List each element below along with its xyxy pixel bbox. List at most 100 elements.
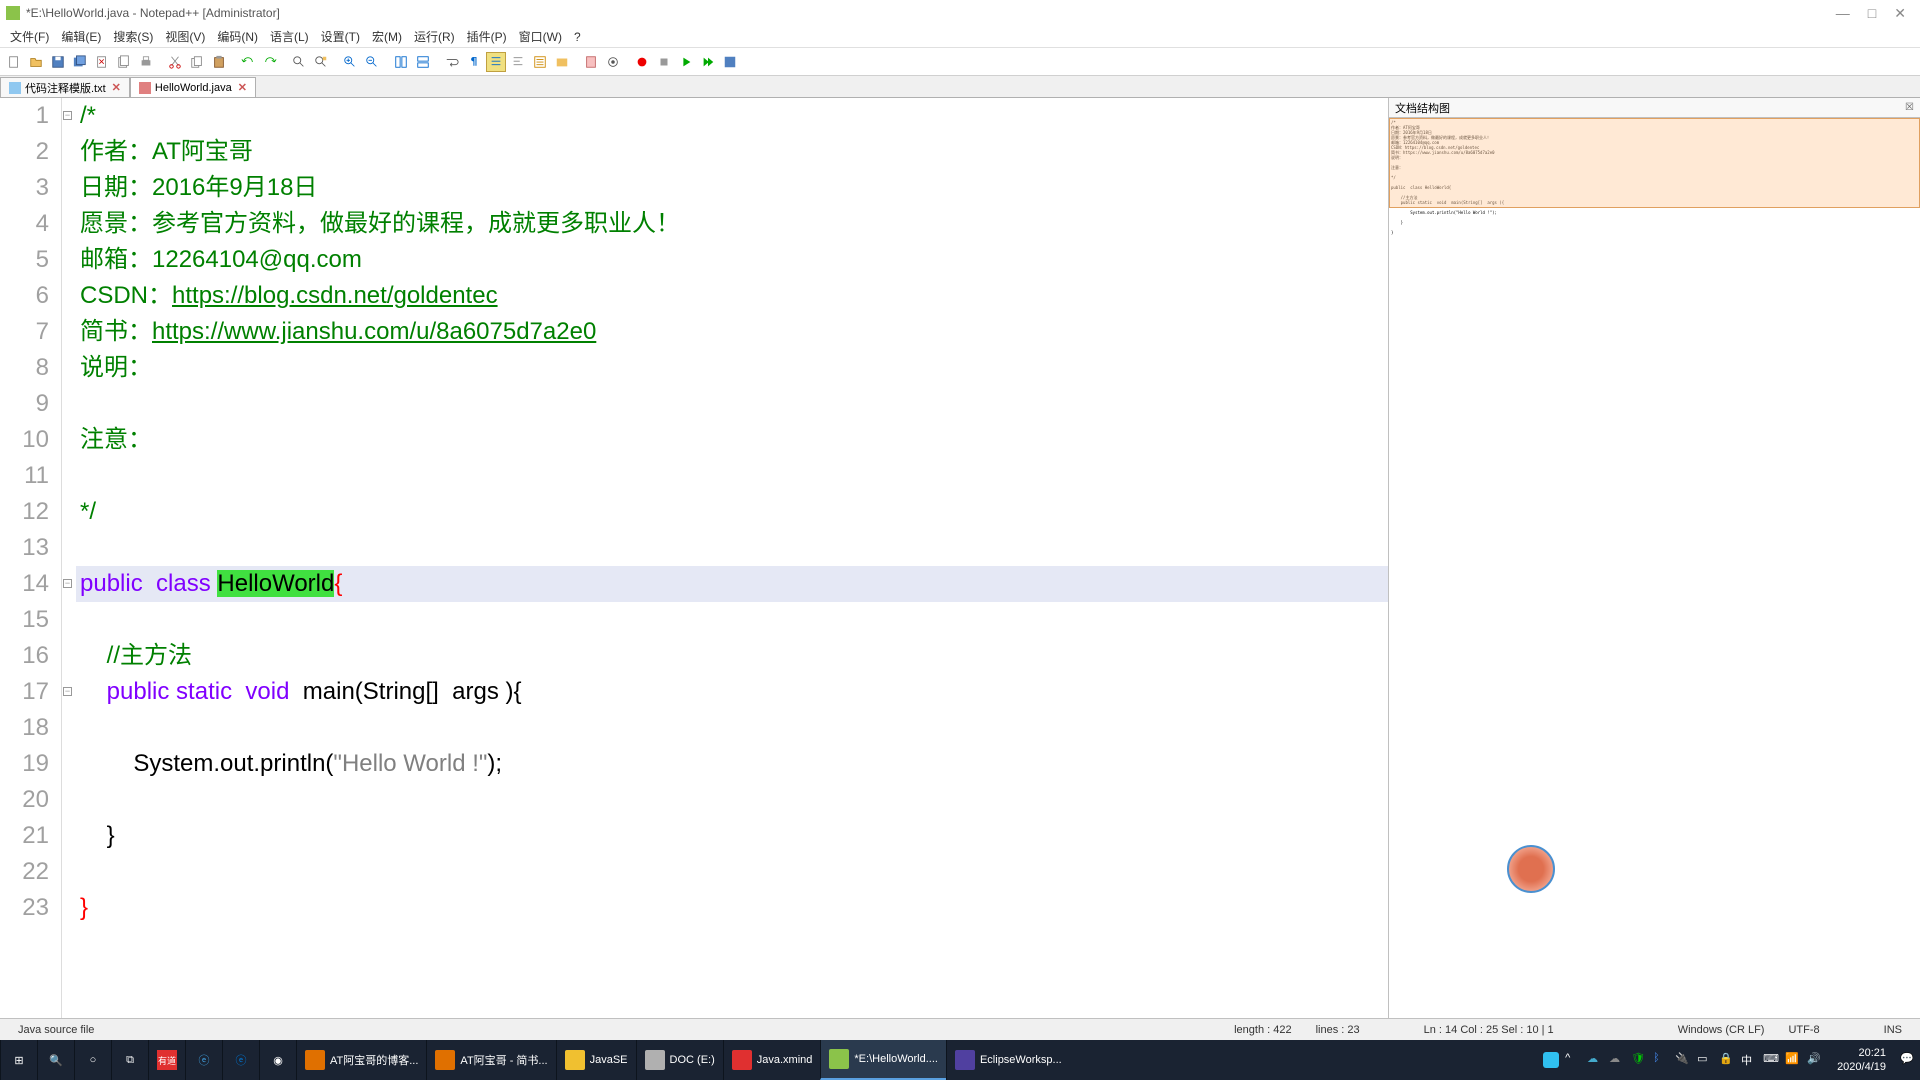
- taskbar-app[interactable]: AT阿宝哥的博客...: [296, 1040, 426, 1080]
- tray-cloud-icon[interactable]: ☁: [1587, 1052, 1603, 1068]
- folder-tree-icon[interactable]: [552, 52, 572, 72]
- menu-item[interactable]: 搜索(S): [107, 26, 159, 47]
- taskbar-app[interactable]: *E:\HelloWorld....: [820, 1040, 946, 1080]
- task-view-button[interactable]: ⧉: [111, 1040, 148, 1080]
- code-editor[interactable]: 1234567891011121314151617181920212223 −−…: [0, 98, 1388, 1018]
- fold-toggle-icon[interactable]: −: [63, 687, 72, 696]
- zoom-in-icon[interactable]: [340, 52, 360, 72]
- menu-item[interactable]: 宏(M): [366, 26, 408, 47]
- lang-udl-icon[interactable]: [508, 52, 528, 72]
- tray-power-icon[interactable]: 🔌: [1675, 1052, 1691, 1068]
- tab-close-icon[interactable]: ✕: [238, 81, 247, 94]
- play-multi-icon[interactable]: [698, 52, 718, 72]
- code-line[interactable]: 邮箱：12264104@qq.com: [76, 242, 1388, 278]
- docmap-close-icon[interactable]: ☒: [1905, 102, 1914, 113]
- taskbar-app-ie[interactable]: ⓔ: [185, 1040, 222, 1080]
- stop-macro-icon[interactable]: [654, 52, 674, 72]
- zoom-out-icon[interactable]: [362, 52, 382, 72]
- tray-bluetooth-icon[interactable]: ᛒ: [1653, 1052, 1669, 1068]
- sync-v-icon[interactable]: [391, 52, 411, 72]
- record-macro-icon[interactable]: [632, 52, 652, 72]
- tray-display-icon[interactable]: ▭: [1697, 1052, 1713, 1068]
- taskbar-app[interactable]: Java.xmind: [723, 1040, 821, 1080]
- close-file-icon[interactable]: [92, 52, 112, 72]
- all-chars-icon[interactable]: ¶: [464, 52, 484, 72]
- code-line[interactable]: public class HelloWorld{: [76, 566, 1388, 602]
- tray-onedrive-icon[interactable]: ☁: [1609, 1052, 1625, 1068]
- fold-toggle-icon[interactable]: −: [63, 579, 72, 588]
- notification-icon[interactable]: 💬: [1900, 1052, 1916, 1068]
- undo-icon[interactable]: [238, 52, 258, 72]
- menu-item[interactable]: 窗口(W): [513, 26, 568, 47]
- doc-list-icon[interactable]: [603, 52, 623, 72]
- taskbar-app[interactable]: AT阿宝哥 - 简书...: [426, 1040, 555, 1080]
- new-file-icon[interactable]: [4, 52, 24, 72]
- menu-item[interactable]: 编辑(E): [55, 26, 107, 47]
- save-all-icon[interactable]: [70, 52, 90, 72]
- code-line[interactable]: [76, 530, 1388, 566]
- sync-h-icon[interactable]: [413, 52, 433, 72]
- menu-item[interactable]: 插件(P): [461, 26, 513, 47]
- menu-item[interactable]: 设置(T): [315, 26, 366, 47]
- code-line[interactable]: [76, 386, 1388, 422]
- document-map-body[interactable]: /* 作者：AT阿宝哥 日期：2016年9月18日 愿景：参考官方资料，做最好的…: [1389, 118, 1920, 1018]
- code-line[interactable]: }: [76, 818, 1388, 854]
- tray-defender-icon[interactable]: 🛡: [1631, 1052, 1647, 1068]
- code-line[interactable]: //主方法: [76, 638, 1388, 674]
- code-line[interactable]: 简书：https://www.jianshu.com/u/8a6075d7a2e…: [76, 314, 1388, 350]
- fold-column[interactable]: −−−: [62, 98, 76, 1018]
- taskbar-app-edge[interactable]: ⓔ: [222, 1040, 259, 1080]
- search-button[interactable]: 🔍: [37, 1040, 74, 1080]
- redo-icon[interactable]: [260, 52, 280, 72]
- copy-icon[interactable]: [187, 52, 207, 72]
- paste-icon[interactable]: [209, 52, 229, 72]
- save-macro-icon[interactable]: [720, 52, 740, 72]
- tray-wifi-icon[interactable]: 📶: [1785, 1052, 1801, 1068]
- open-file-icon[interactable]: [26, 52, 46, 72]
- file-tab[interactable]: HelloWorld.java✕: [130, 77, 256, 97]
- file-tab[interactable]: 代码注释模版.txt✕: [0, 77, 130, 97]
- code-line[interactable]: [76, 854, 1388, 890]
- code-line[interactable]: System.out.println("Hello World !");: [76, 746, 1388, 782]
- tray-volume-icon[interactable]: 🔊: [1807, 1052, 1823, 1068]
- maximize-button[interactable]: □: [1868, 5, 1876, 22]
- tray-keyboard-icon[interactable]: ⌨: [1763, 1052, 1779, 1068]
- code-line[interactable]: [76, 458, 1388, 494]
- taskbar-app-chrome[interactable]: ◉: [259, 1040, 296, 1080]
- menu-item[interactable]: ?: [568, 28, 587, 46]
- cut-icon[interactable]: [165, 52, 185, 72]
- code-line[interactable]: public static void main(String[] args ){: [76, 674, 1388, 710]
- code-line[interactable]: /*: [76, 98, 1388, 134]
- cortana-button[interactable]: ○: [74, 1040, 111, 1080]
- taskbar-app[interactable]: DOC (E:): [636, 1040, 723, 1080]
- tray-ime-icon[interactable]: 中: [1741, 1052, 1757, 1068]
- minimap-viewport[interactable]: [1389, 118, 1920, 208]
- tray-up-icon[interactable]: ^: [1565, 1052, 1581, 1068]
- print-icon[interactable]: [136, 52, 156, 72]
- code-line[interactable]: */: [76, 494, 1388, 530]
- tab-close-icon[interactable]: ✕: [112, 81, 121, 94]
- code-line[interactable]: 作者：AT阿宝哥: [76, 134, 1388, 170]
- code-line[interactable]: [76, 602, 1388, 638]
- code-area[interactable]: /*作者：AT阿宝哥日期：2016年9月18日愿景：参考官方资料，做最好的课程，…: [76, 98, 1388, 1018]
- play-macro-icon[interactable]: [676, 52, 696, 72]
- code-line[interactable]: [76, 782, 1388, 818]
- floating-avatar[interactable]: [1507, 845, 1555, 893]
- tray-qq-icon[interactable]: [1543, 1052, 1559, 1068]
- taskbar-app-youdao[interactable]: 有道: [148, 1040, 185, 1080]
- wordwrap-icon[interactable]: [442, 52, 462, 72]
- code-line[interactable]: 愿景：参考官方资料，做最好的课程，成就更多职业人！: [76, 206, 1388, 242]
- doc-map-icon[interactable]: [581, 52, 601, 72]
- code-line[interactable]: }: [76, 890, 1388, 926]
- system-tray[interactable]: ^ ☁ ☁ 🛡 ᛒ 🔌 ▭ 🔒 中 ⌨ 📶 🔊 20:21 2020/4/19 …: [1543, 1046, 1920, 1074]
- indent-guide-icon[interactable]: [486, 52, 506, 72]
- find-icon[interactable]: [289, 52, 309, 72]
- start-button[interactable]: ⊞: [0, 1040, 37, 1080]
- close-button[interactable]: ✕: [1894, 5, 1906, 22]
- function-list-icon[interactable]: [530, 52, 550, 72]
- code-line[interactable]: 注意：: [76, 422, 1388, 458]
- menu-item[interactable]: 编码(N): [211, 26, 264, 47]
- taskbar-app[interactable]: EclipseWorksp...: [946, 1040, 1070, 1080]
- close-all-icon[interactable]: [114, 52, 134, 72]
- save-icon[interactable]: [48, 52, 68, 72]
